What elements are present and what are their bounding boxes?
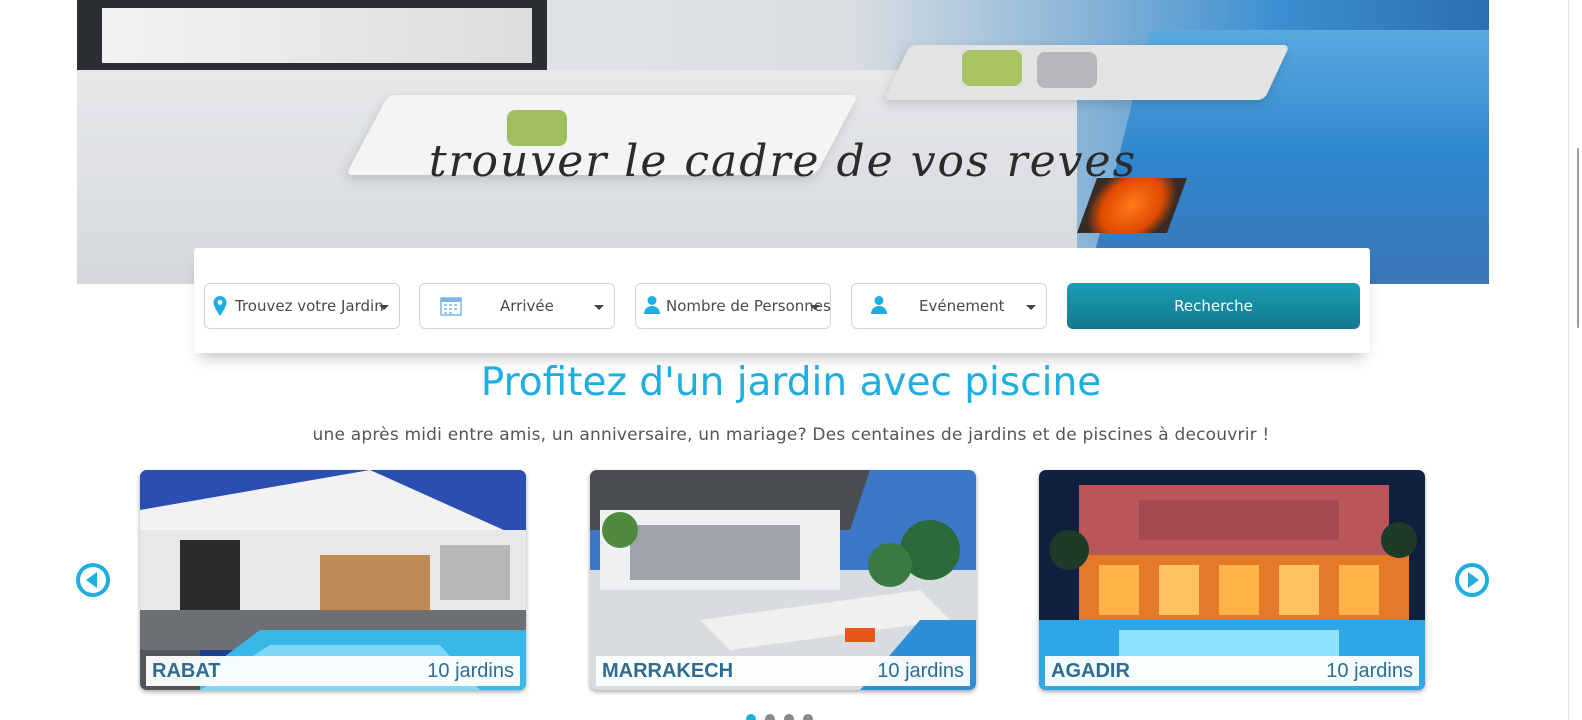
arrival-label: Arrivée — [500, 297, 554, 315]
user-icon — [644, 296, 660, 314]
persons-select[interactable]: Nombre de Personnes — [635, 283, 831, 329]
map-pin-icon — [213, 296, 227, 316]
city-card-rabat[interactable]: RABAT 10 jardins — [140, 470, 526, 690]
hero-window — [77, 0, 547, 70]
arrow-right-icon — [1459, 567, 1485, 593]
carousel-prev-button[interactable] — [76, 563, 110, 597]
card-count: 10 jardins — [1326, 660, 1413, 682]
page: trouver le cadre de vos reves Trouvez vo… — [0, 0, 1582, 720]
hero-cushion — [1037, 52, 1097, 88]
location-select[interactable]: Trouvez votre Jardin — [204, 283, 400, 329]
card-city: RABAT — [152, 660, 221, 682]
carousel-next-button[interactable] — [1455, 563, 1489, 597]
card-count: 10 jardins — [427, 660, 514, 682]
event-label: Evénement — [919, 297, 1005, 315]
card-label-bar: MARRAKECH 10 jardins — [596, 656, 970, 686]
caret-down-icon — [379, 305, 389, 310]
persons-label: Nombre de Personnes — [666, 297, 831, 315]
calendar-icon — [440, 297, 462, 316]
card-label-bar: AGADIR 10 jardins — [1045, 656, 1419, 686]
pagination-dot[interactable] — [803, 714, 813, 720]
event-select[interactable]: Evénement — [851, 283, 1047, 329]
card-city: MARRAKECH — [602, 660, 734, 682]
user-icon — [871, 296, 887, 314]
arrow-left-icon — [80, 567, 106, 593]
city-card-marrakech[interactable]: MARRAKECH 10 jardins — [590, 470, 976, 690]
scrollbar-thumb[interactable] — [1577, 148, 1579, 328]
search-panel: Trouvez votre Jardin Arrivée Nombre de P… — [194, 248, 1370, 353]
section-subtitle: une après midi entre amis, un anniversai… — [312, 425, 1270, 445]
card-count: 10 jardins — [877, 660, 964, 682]
section-title: Profitez d'un jardin avec piscine — [480, 360, 1102, 405]
pagination-dot[interactable] — [784, 714, 794, 720]
city-card-agadir[interactable]: AGADIR 10 jardins — [1039, 470, 1425, 690]
hero-tagline: trouver le cadre de vos reves — [428, 136, 1138, 187]
card-city: AGADIR — [1051, 660, 1130, 682]
card-label-bar: RABAT 10 jardins — [146, 656, 520, 686]
hero-banner: trouver le cadre de vos reves — [77, 0, 1489, 284]
caret-down-icon — [810, 305, 820, 310]
pagination-dot[interactable] — [765, 714, 775, 720]
caret-down-icon — [594, 305, 604, 310]
carousel-pagination — [746, 709, 822, 720]
hero-cushion — [962, 50, 1022, 86]
arrival-select[interactable]: Arrivée — [419, 283, 615, 329]
location-label: Trouvez votre Jardin — [235, 297, 384, 315]
search-button[interactable]: Recherche — [1067, 283, 1360, 329]
caret-down-icon — [1026, 305, 1036, 310]
pagination-dot[interactable] — [746, 714, 756, 720]
